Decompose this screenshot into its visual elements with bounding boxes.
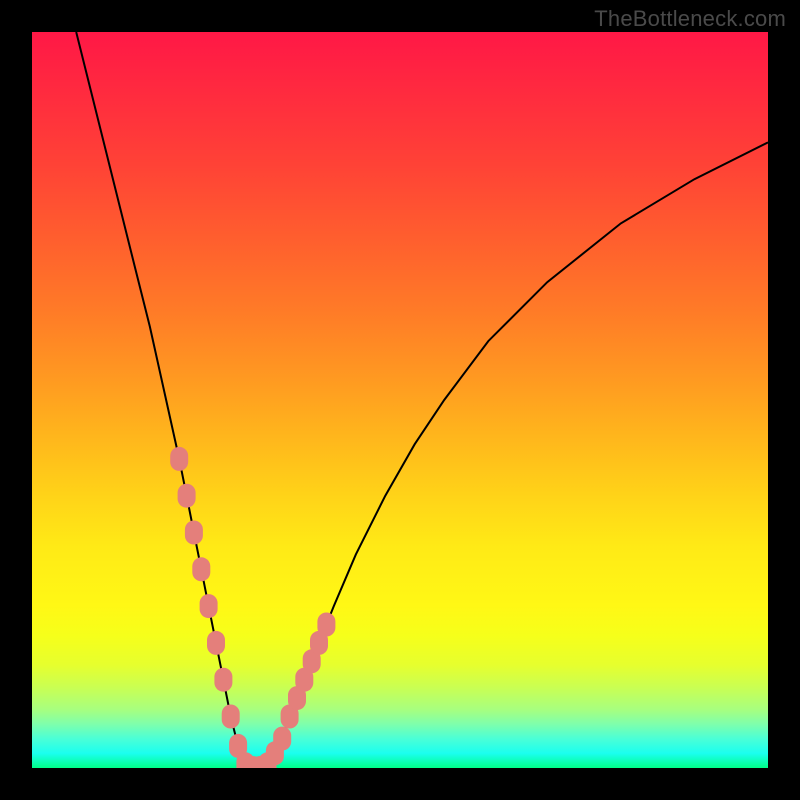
marker-point xyxy=(317,613,335,637)
watermark-text: TheBottleneck.com xyxy=(594,6,786,32)
marker-point xyxy=(185,521,203,545)
marker-point xyxy=(170,447,188,471)
marker-point xyxy=(178,484,196,508)
chart-frame: TheBottleneck.com xyxy=(0,0,800,800)
plot-area xyxy=(32,32,768,768)
marker-point xyxy=(192,557,210,581)
marker-point xyxy=(222,705,240,729)
marker-point xyxy=(214,668,232,692)
marker-point xyxy=(200,594,218,618)
marker-point xyxy=(273,727,291,751)
marker-point xyxy=(207,631,225,655)
markers-svg xyxy=(32,32,768,768)
